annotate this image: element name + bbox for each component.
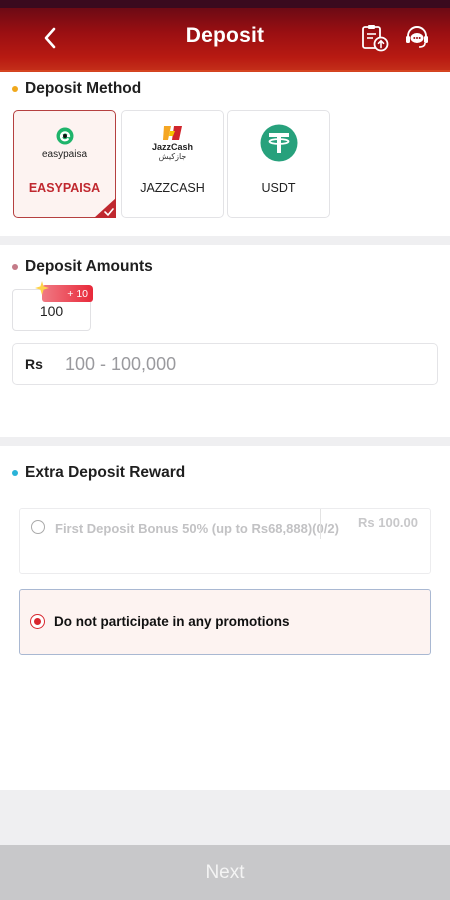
method-card-usdt[interactable]: USDT [227, 110, 330, 218]
headset-chat-icon [406, 26, 428, 48]
deposit-method-title-text: Deposit Method [25, 80, 142, 97]
jazzcash-icon [162, 126, 182, 140]
status-strip [0, 0, 450, 8]
clipboard-upload-icon [362, 25, 389, 52]
easypaisa-logo-text: easypaisa [41, 148, 88, 160]
method-label-jazzcash: JAZZCASH [140, 181, 205, 195]
promo-option-first-deposit[interactable]: First Deposit Bonus 50% (up to Rs68,888)… [19, 508, 431, 574]
promo-option-text: Do not participate in any promotions [54, 614, 290, 629]
amount-input-box: Rs [12, 343, 438, 385]
method-card-jazzcash[interactable]: JazzCash جازکیش JAZZCASH [121, 110, 224, 218]
bonus-badge-text: + 10 [67, 287, 88, 300]
deposit-method-title: Deposit Method [12, 80, 141, 98]
usdt-logo [228, 121, 329, 165]
sparkle-icon [35, 281, 49, 295]
amount-input[interactable] [65, 353, 437, 375]
app-header: Deposit [0, 0, 450, 78]
amount-preset-value: 100 [39, 303, 64, 319]
deposit-history-button[interactable] [357, 20, 391, 54]
extra-reward-title-text: Extra Deposit Reward [25, 464, 186, 481]
jazzcash-logo-urdu: جازکیش [158, 152, 187, 161]
radio-unchecked[interactable] [31, 520, 45, 534]
section-dot [12, 86, 18, 92]
radio-checked[interactable] [30, 614, 45, 629]
selected-check-icon [94, 198, 116, 218]
amount-preset-100[interactable]: + 10 100 [12, 281, 93, 331]
method-label-usdt: USDT [261, 181, 296, 195]
usdt-tether-icon [260, 124, 297, 162]
promo-option-text: First Deposit Bonus 50% (up to Rs68,888)… [55, 521, 339, 536]
easypaisa-logo: easypaisa [14, 121, 115, 165]
deposit-method-section: Deposit Method easypaisa EASYPAISA JazzC… [0, 72, 450, 236]
section-dot [12, 470, 18, 476]
jazzcash-logo: JazzCash جازکیش [122, 121, 223, 165]
promo-option-amount: Rs 100.00 [358, 515, 418, 530]
promo-option-none[interactable]: Do not participate in any promotions [19, 589, 431, 655]
customer-support-button[interactable] [400, 20, 434, 54]
deposit-amounts-title-text: Deposit Amounts [25, 258, 153, 275]
amount-divider [320, 509, 334, 539]
method-label-easypaisa: EASYPAISA [28, 181, 101, 195]
deposit-amounts-title: Deposit Amounts [12, 258, 153, 276]
jazzcash-logo-text: JazzCash [151, 142, 194, 152]
extra-reward-section: Extra Deposit Reward First Deposit Bonus… [0, 446, 450, 790]
easypaisa-icon [56, 127, 73, 144]
deposit-amounts-section: Deposit Amounts + 10 100 Rs [0, 245, 450, 437]
currency-label: Rs [25, 356, 43, 372]
section-dot [12, 264, 18, 270]
bonus-badge: + 10 [42, 285, 93, 302]
extra-reward-title: Extra Deposit Reward [12, 464, 185, 482]
method-card-easypaisa[interactable]: easypaisa EASYPAISA [13, 110, 116, 218]
next-button[interactable]: Next [0, 845, 450, 900]
